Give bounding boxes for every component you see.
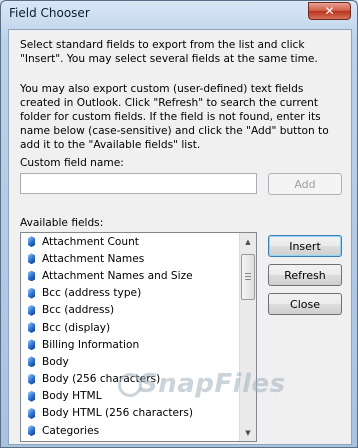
scroll-down-icon[interactable]: ▼	[240, 424, 256, 441]
available-fields-list[interactable]: Attachment Count Attachment Names Attachme…	[20, 232, 257, 442]
refresh-button[interactable]: Refresh	[268, 264, 342, 286]
grip-line	[245, 279, 251, 280]
close-button[interactable]: Close	[268, 293, 342, 315]
field-icon	[28, 270, 35, 282]
grip-line	[245, 276, 251, 277]
insert-button[interactable]: Insert	[268, 235, 342, 257]
field-icon	[28, 304, 35, 316]
field-list-item[interactable]: Bcc (address)	[21, 302, 239, 319]
title-bar[interactable]: Field Chooser ✕	[1, 1, 357, 27]
close-icon: ✕	[324, 4, 335, 18]
field-list-item[interactable]: Attachment Names	[21, 250, 239, 267]
field-icon	[28, 373, 35, 385]
field-item-label: Attachment Count	[42, 235, 139, 248]
field-icon	[28, 322, 35, 334]
field-icon	[28, 407, 35, 419]
field-list-item[interactable]: Attachment Names and Size	[21, 267, 239, 284]
field-list-item[interactable]: Bcc (display)	[21, 319, 239, 336]
field-icon	[28, 425, 35, 437]
scroll-thumb[interactable]	[241, 254, 255, 300]
field-icon	[28, 339, 35, 351]
field-item-label: Billing Information	[42, 338, 140, 351]
field-list-item[interactable]: Attachment Count	[21, 233, 239, 250]
field-item-label: Body HTML (256 characters)	[42, 407, 194, 420]
list-scrollbar[interactable]: ▲ ▼	[239, 233, 256, 441]
custom-field-name-input[interactable]	[20, 173, 257, 194]
instruction-text-1: Select standard fields to export from th…	[20, 39, 318, 65]
watermark: SnapFiles	[139, 369, 286, 399]
field-item-label: Body	[42, 355, 69, 368]
field-list-item[interactable]: Bcc (address type)	[21, 285, 239, 302]
field-icon	[28, 390, 35, 402]
available-fields-items: Attachment Count Attachment Names Attachme…	[21, 233, 239, 441]
field-list-item[interactable]: Categories	[21, 422, 239, 439]
instruction-text-2: You may also export custom (user-defined…	[20, 83, 329, 151]
field-icon	[28, 253, 35, 265]
grip-line	[245, 273, 251, 274]
field-chooser-window: Field Chooser ✕ Select standard fields t…	[0, 0, 358, 448]
field-item-label: Categories	[42, 424, 100, 437]
custom-field-label: Custom field name:	[20, 157, 124, 169]
window-title: Field Chooser	[9, 6, 90, 20]
field-item-label: Bcc (display)	[42, 321, 111, 334]
field-list-item[interactable]: Body HTML (256 characters)	[21, 405, 239, 422]
field-item-label: Attachment Names and Size	[42, 269, 193, 282]
add-button[interactable]: Add	[268, 173, 342, 195]
window-close-button[interactable]: ✕	[308, 2, 351, 20]
field-item-label: Bcc (address type)	[42, 287, 142, 300]
scroll-up-icon[interactable]: ▲	[240, 233, 256, 250]
field-item-label: Bcc (address)	[42, 304, 115, 317]
available-fields-label: Available fields:	[20, 217, 104, 229]
field-list-item[interactable]: Billing Information	[21, 336, 239, 353]
field-icon	[28, 356, 35, 368]
field-list-item[interactable]: Body	[21, 353, 239, 370]
field-icon	[28, 287, 35, 299]
field-icon	[28, 236, 35, 248]
field-item-label: Attachment Names	[42, 252, 145, 265]
field-item-label: Body HTML	[42, 390, 102, 403]
